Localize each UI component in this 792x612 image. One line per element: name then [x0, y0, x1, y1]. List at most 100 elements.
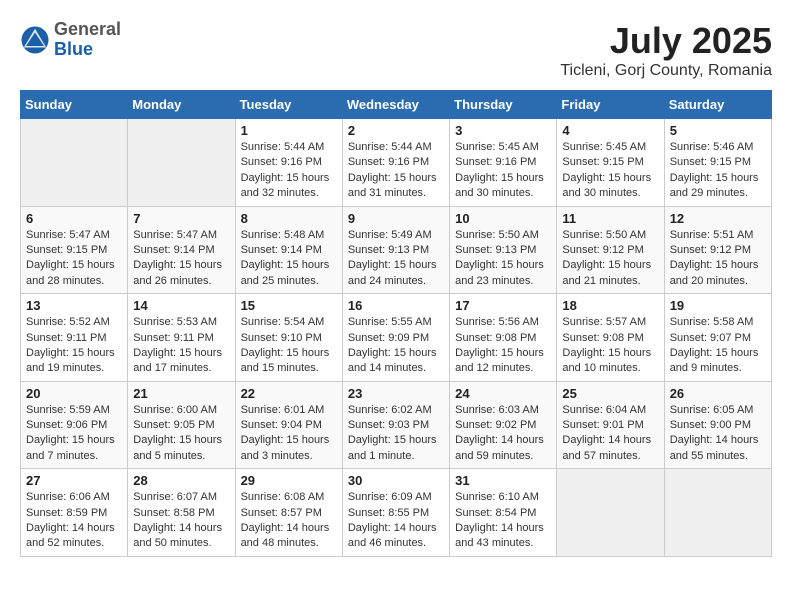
day-number: 14 [133, 298, 229, 313]
day-info: Sunrise: 6:10 AMSunset: 8:54 PMDaylight:… [455, 490, 551, 552]
day-number: 31 [455, 473, 551, 488]
day-info: Sunrise: 5:46 AMSunset: 9:15 PMDaylight:… [670, 140, 766, 202]
calendar-cell: 8 Sunrise: 5:48 AMSunset: 9:14 PMDayligh… [235, 206, 342, 294]
day-number: 10 [455, 211, 551, 226]
calendar-cell: 22 Sunrise: 6:01 AMSunset: 9:04 PMDaylig… [235, 381, 342, 469]
day-number: 7 [133, 211, 229, 226]
calendar-cell: 21 Sunrise: 6:00 AMSunset: 9:05 PMDaylig… [128, 381, 235, 469]
header-day-saturday: Saturday [664, 91, 771, 119]
day-info: Sunrise: 6:03 AMSunset: 9:02 PMDaylight:… [455, 403, 551, 465]
day-info: Sunrise: 5:44 AMSunset: 9:16 PMDaylight:… [241, 140, 337, 202]
day-info: Sunrise: 5:47 AMSunset: 9:15 PMDaylight:… [26, 228, 122, 290]
location: Ticleni, Gorj County, Romania [560, 62, 772, 80]
day-number: 25 [562, 386, 658, 401]
day-info: Sunrise: 5:54 AMSunset: 9:10 PMDaylight:… [241, 315, 337, 377]
day-info: Sunrise: 5:50 AMSunset: 9:13 PMDaylight:… [455, 228, 551, 290]
header-day-monday: Monday [128, 91, 235, 119]
day-info: Sunrise: 6:04 AMSunset: 9:01 PMDaylight:… [562, 403, 658, 465]
calendar-cell: 4 Sunrise: 5:45 AMSunset: 9:15 PMDayligh… [557, 119, 664, 207]
day-info: Sunrise: 5:59 AMSunset: 9:06 PMDaylight:… [26, 403, 122, 465]
calendar-cell [664, 469, 771, 557]
day-info: Sunrise: 6:01 AMSunset: 9:04 PMDaylight:… [241, 403, 337, 465]
day-info: Sunrise: 5:55 AMSunset: 9:09 PMDaylight:… [348, 315, 444, 377]
day-number: 8 [241, 211, 337, 226]
day-info: Sunrise: 5:44 AMSunset: 9:16 PMDaylight:… [348, 140, 444, 202]
day-info: Sunrise: 6:06 AMSunset: 8:59 PMDaylight:… [26, 490, 122, 552]
calendar-cell: 12 Sunrise: 5:51 AMSunset: 9:12 PMDaylig… [664, 206, 771, 294]
month-title: July 2025 [560, 20, 772, 62]
logo: General Blue [20, 20, 121, 60]
day-number: 30 [348, 473, 444, 488]
day-info: Sunrise: 5:57 AMSunset: 9:08 PMDaylight:… [562, 315, 658, 377]
day-info: Sunrise: 5:45 AMSunset: 9:15 PMDaylight:… [562, 140, 658, 202]
calendar-cell: 6 Sunrise: 5:47 AMSunset: 9:15 PMDayligh… [21, 206, 128, 294]
day-number: 27 [26, 473, 122, 488]
title-area: July 2025 Ticleni, Gorj County, Romania [560, 20, 772, 80]
day-info: Sunrise: 5:45 AMSunset: 9:16 PMDaylight:… [455, 140, 551, 202]
day-number: 26 [670, 386, 766, 401]
day-number: 4 [562, 123, 658, 138]
day-number: 16 [348, 298, 444, 313]
day-number: 2 [348, 123, 444, 138]
day-number: 9 [348, 211, 444, 226]
day-number: 13 [26, 298, 122, 313]
calendar-cell: 29 Sunrise: 6:08 AMSunset: 8:57 PMDaylig… [235, 469, 342, 557]
calendar-cell: 10 Sunrise: 5:50 AMSunset: 9:13 PMDaylig… [450, 206, 557, 294]
calendar-cell: 28 Sunrise: 6:07 AMSunset: 8:58 PMDaylig… [128, 469, 235, 557]
calendar-cell: 15 Sunrise: 5:54 AMSunset: 9:10 PMDaylig… [235, 294, 342, 382]
calendar-table: SundayMondayTuesdayWednesdayThursdayFrid… [20, 90, 772, 557]
calendar-cell: 7 Sunrise: 5:47 AMSunset: 9:14 PMDayligh… [128, 206, 235, 294]
day-info: Sunrise: 5:48 AMSunset: 9:14 PMDaylight:… [241, 228, 337, 290]
calendar-cell [128, 119, 235, 207]
day-info: Sunrise: 5:52 AMSunset: 9:11 PMDaylight:… [26, 315, 122, 377]
day-number: 22 [241, 386, 337, 401]
calendar-cell: 5 Sunrise: 5:46 AMSunset: 9:15 PMDayligh… [664, 119, 771, 207]
day-info: Sunrise: 6:00 AMSunset: 9:05 PMDaylight:… [133, 403, 229, 465]
day-number: 28 [133, 473, 229, 488]
header-day-friday: Friday [557, 91, 664, 119]
calendar-cell: 16 Sunrise: 5:55 AMSunset: 9:09 PMDaylig… [342, 294, 449, 382]
day-number: 3 [455, 123, 551, 138]
calendar-cell: 27 Sunrise: 6:06 AMSunset: 8:59 PMDaylig… [21, 469, 128, 557]
calendar-week-row: 1 Sunrise: 5:44 AMSunset: 9:16 PMDayligh… [21, 119, 772, 207]
calendar-cell: 20 Sunrise: 5:59 AMSunset: 9:06 PMDaylig… [21, 381, 128, 469]
day-number: 24 [455, 386, 551, 401]
calendar-header-row: SundayMondayTuesdayWednesdayThursdayFrid… [21, 91, 772, 119]
calendar-cell: 3 Sunrise: 5:45 AMSunset: 9:16 PMDayligh… [450, 119, 557, 207]
calendar-cell: 11 Sunrise: 5:50 AMSunset: 9:12 PMDaylig… [557, 206, 664, 294]
day-info: Sunrise: 5:58 AMSunset: 9:07 PMDaylight:… [670, 315, 766, 377]
day-number: 18 [562, 298, 658, 313]
calendar-cell: 14 Sunrise: 5:53 AMSunset: 9:11 PMDaylig… [128, 294, 235, 382]
calendar-cell: 17 Sunrise: 5:56 AMSunset: 9:08 PMDaylig… [450, 294, 557, 382]
calendar-cell: 13 Sunrise: 5:52 AMSunset: 9:11 PMDaylig… [21, 294, 128, 382]
page-header: General Blue July 2025 Ticleni, Gorj Cou… [20, 20, 772, 80]
day-info: Sunrise: 6:05 AMSunset: 9:00 PMDaylight:… [670, 403, 766, 465]
day-info: Sunrise: 5:51 AMSunset: 9:12 PMDaylight:… [670, 228, 766, 290]
day-info: Sunrise: 5:47 AMSunset: 9:14 PMDaylight:… [133, 228, 229, 290]
day-info: Sunrise: 6:09 AMSunset: 8:55 PMDaylight:… [348, 490, 444, 552]
calendar-week-row: 20 Sunrise: 5:59 AMSunset: 9:06 PMDaylig… [21, 381, 772, 469]
day-info: Sunrise: 6:07 AMSunset: 8:58 PMDaylight:… [133, 490, 229, 552]
calendar-cell: 24 Sunrise: 6:03 AMSunset: 9:02 PMDaylig… [450, 381, 557, 469]
day-info: Sunrise: 5:49 AMSunset: 9:13 PMDaylight:… [348, 228, 444, 290]
logo-general: General [54, 20, 121, 40]
day-number: 1 [241, 123, 337, 138]
calendar-cell: 31 Sunrise: 6:10 AMSunset: 8:54 PMDaylig… [450, 469, 557, 557]
calendar-week-row: 27 Sunrise: 6:06 AMSunset: 8:59 PMDaylig… [21, 469, 772, 557]
day-info: Sunrise: 5:50 AMSunset: 9:12 PMDaylight:… [562, 228, 658, 290]
header-day-sunday: Sunday [21, 91, 128, 119]
calendar-cell: 9 Sunrise: 5:49 AMSunset: 9:13 PMDayligh… [342, 206, 449, 294]
day-number: 23 [348, 386, 444, 401]
day-number: 15 [241, 298, 337, 313]
calendar-cell: 25 Sunrise: 6:04 AMSunset: 9:01 PMDaylig… [557, 381, 664, 469]
logo-icon [20, 25, 50, 55]
calendar-cell: 18 Sunrise: 5:57 AMSunset: 9:08 PMDaylig… [557, 294, 664, 382]
calendar-week-row: 6 Sunrise: 5:47 AMSunset: 9:15 PMDayligh… [21, 206, 772, 294]
day-number: 17 [455, 298, 551, 313]
day-info: Sunrise: 6:02 AMSunset: 9:03 PMDaylight:… [348, 403, 444, 465]
day-number: 19 [670, 298, 766, 313]
calendar-cell [557, 469, 664, 557]
calendar-cell: 1 Sunrise: 5:44 AMSunset: 9:16 PMDayligh… [235, 119, 342, 207]
day-info: Sunrise: 6:08 AMSunset: 8:57 PMDaylight:… [241, 490, 337, 552]
day-number: 29 [241, 473, 337, 488]
